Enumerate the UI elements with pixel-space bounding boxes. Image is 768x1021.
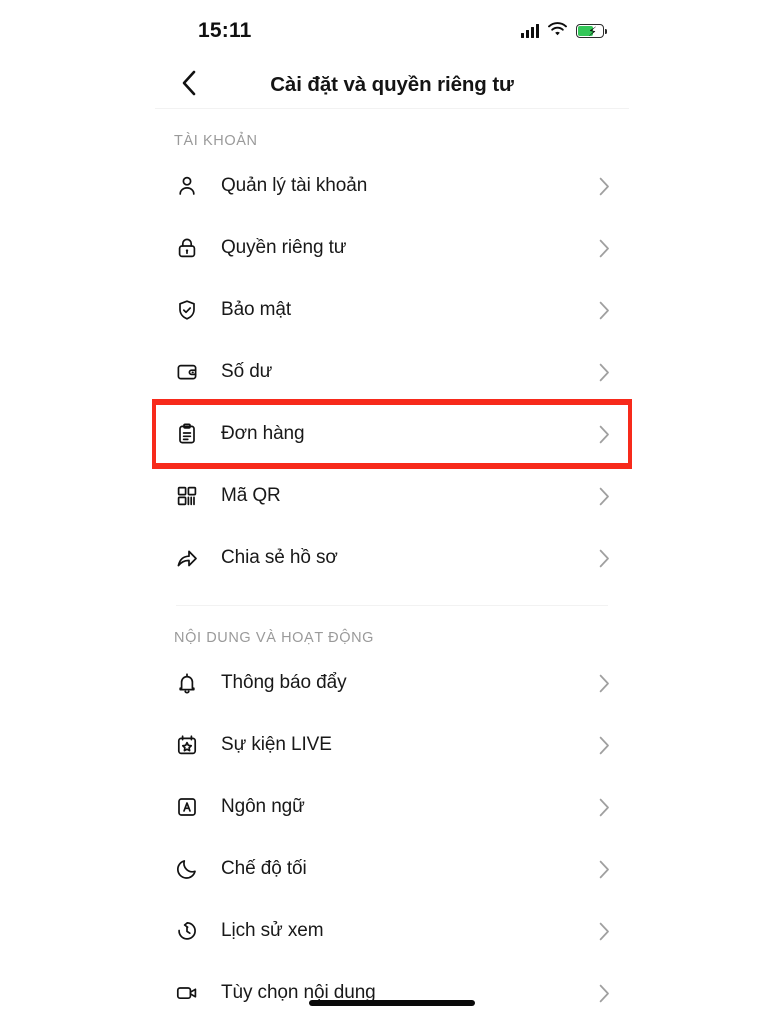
list-item[interactable]: Chia sẻ hồ sơ — [152, 527, 632, 589]
lock-icon — [174, 235, 200, 261]
chevron-right-icon — [599, 674, 610, 693]
page-header: Cài đặt và quyền riêng tư — [152, 62, 632, 108]
phone-screen: 15:11 ⚡ Cài đặt và quyền riêng tư TÀI KH… — [152, 0, 632, 1021]
page-title: Cài đặt và quyền riêng tư — [270, 73, 514, 96]
language-a-box-icon — [174, 794, 200, 820]
list-item[interactable]: Ngôn ngữ — [152, 776, 632, 838]
list-item-label: Sự kiện LIVE — [221, 734, 332, 755]
list-item[interactable]: Đơn hàng — [152, 403, 632, 465]
list-item[interactable]: Bảo mật — [152, 279, 632, 341]
list-item-label: Quyền riêng tư — [221, 237, 347, 258]
list-item-label: Ngôn ngữ — [221, 796, 305, 817]
list-item-label: Bảo mật — [221, 299, 292, 320]
chevron-right-icon — [599, 922, 610, 941]
status-bar: 15:11 ⚡ — [152, 0, 632, 62]
list-item-label: Chia sẻ hồ sơ — [221, 547, 338, 568]
calendar-star-icon — [174, 732, 200, 758]
list-item[interactable]: Số dư — [152, 341, 632, 403]
list-item-label: Đơn hàng — [221, 423, 305, 444]
list-item[interactable]: Lịch sử xem — [152, 900, 632, 962]
battery-charging-icon: ⚡ — [576, 24, 607, 39]
list-item[interactable]: Chế độ tối — [152, 838, 632, 900]
home-indicator-bar — [309, 1000, 475, 1006]
chevron-right-icon — [599, 487, 610, 506]
list-item-label: Quản lý tài khoản — [221, 175, 368, 196]
person-icon — [174, 173, 200, 199]
clipboard-list-icon — [174, 421, 200, 447]
settings-list: TÀI KHOẢN Quản lý tài khoản Quyền riêng tư… — [152, 109, 632, 1021]
list-item-label: Chế độ tối — [221, 858, 307, 879]
qr-code-icon — [174, 483, 200, 509]
status-time: 15:11 — [198, 19, 252, 42]
chevron-right-icon — [599, 984, 610, 1003]
chevron-right-icon — [599, 177, 610, 196]
bell-icon — [174, 670, 200, 696]
highlighted-row-wrapper: Đơn hàng — [152, 399, 632, 469]
chevron-right-icon — [599, 301, 610, 320]
list-item[interactable]: Tùy chọn nội dung — [152, 962, 632, 1021]
list-item-label: Thông báo đẩy — [221, 672, 347, 693]
back-button[interactable] — [172, 68, 206, 102]
chevron-right-icon — [599, 239, 610, 258]
status-icons: ⚡ — [521, 21, 607, 41]
share-arrow-icon — [174, 545, 200, 571]
video-camera-icon — [174, 980, 200, 1006]
section-label: NỘI DUNG VÀ HOẠT ĐỘNG — [174, 630, 375, 646]
chevron-right-icon — [599, 549, 610, 568]
cellular-signal-icon — [521, 24, 539, 38]
list-item[interactable]: Thông báo đẩy — [152, 652, 632, 714]
clock-history-icon — [174, 918, 200, 944]
chevron-left-icon — [181, 70, 197, 101]
list-item[interactable]: Quản lý tài khoản — [152, 155, 632, 217]
list-item[interactable]: Sự kiện LIVE — [152, 714, 632, 776]
chevron-right-icon — [599, 798, 610, 817]
wallet-icon — [174, 359, 200, 385]
chevron-right-icon — [599, 425, 610, 444]
list-item-label: Mã QR — [221, 485, 281, 506]
chevron-right-icon — [599, 363, 610, 382]
chevron-right-icon — [599, 860, 610, 879]
list-item-label: Lịch sử xem — [221, 920, 324, 941]
section-label: TÀI KHOẢN — [174, 133, 258, 149]
moon-icon — [174, 856, 200, 882]
wifi-icon — [548, 21, 567, 41]
list-item-label: Số dư — [221, 361, 273, 382]
shield-check-icon — [174, 297, 200, 323]
list-item[interactable]: Mã QR — [152, 465, 632, 527]
list-item[interactable]: Quyền riêng tư — [152, 217, 632, 279]
chevron-right-icon — [599, 736, 610, 755]
